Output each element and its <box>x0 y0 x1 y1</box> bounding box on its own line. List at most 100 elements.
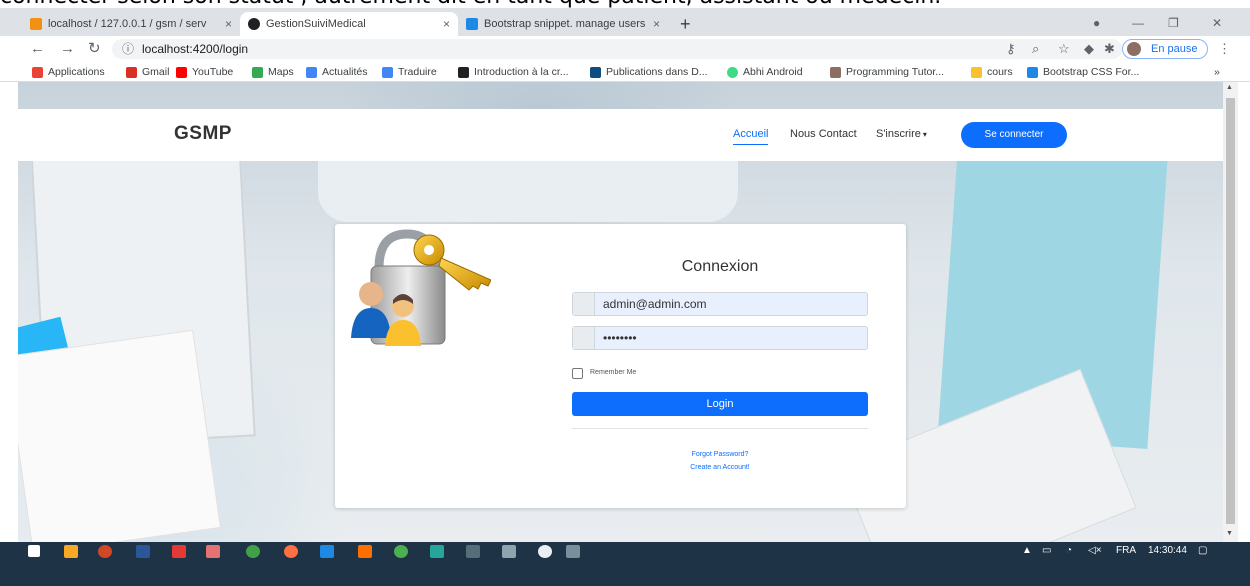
windows-taskbar: ▲ ▭ ◔ ◁× FRA 14:30:44 ▢ <box>0 542 1250 586</box>
close-tab-icon[interactable]: × <box>443 12 450 36</box>
close-tab-icon[interactable]: × <box>653 12 660 36</box>
more-bookmarks-button[interactable]: » <box>1214 64 1220 80</box>
zoom-icon[interactable]: ⌕ <box>1032 41 1039 57</box>
scroll-down-icon[interactable]: ▼ <box>1226 530 1233 537</box>
android-icon <box>727 67 738 78</box>
bookmark-youtube[interactable]: YouTube <box>176 64 233 80</box>
browser-icon[interactable] <box>284 545 298 558</box>
maximize-icon[interactable]: ❐ <box>1168 16 1179 30</box>
email-value: admin@admin.com <box>603 297 707 311</box>
folder-icon <box>971 67 982 78</box>
url-input[interactable]: ⓘ localhost:4200/login <box>112 39 1122 59</box>
menu-icon[interactable]: ⋮ <box>1218 41 1231 57</box>
bookmark-introduction[interactable]: Introduction à la cr... <box>458 64 569 80</box>
vscode-icon[interactable] <box>320 545 334 558</box>
angular-favicon-icon <box>248 18 260 30</box>
bookmark-applications[interactable]: Applications <box>32 64 105 80</box>
volume-icon[interactable]: ◁× <box>1088 545 1102 557</box>
remember-me-checkbox[interactable] <box>572 368 583 379</box>
nav-accueil[interactable]: Accueil <box>733 128 769 145</box>
minimize-icon[interactable]: — <box>1132 16 1144 30</box>
tab-phpmyadmin[interactable]: localhost / 127.0.0.1 / gsm / serv × <box>22 12 240 36</box>
bookmark-publications[interactable]: Publications dans D... <box>590 64 708 80</box>
tab-gestion-suivi-medical[interactable]: GestionSuiviMedical × <box>240 12 458 36</box>
reload-icon[interactable]: ↻ <box>88 40 101 58</box>
puzzle-icon[interactable]: ✱ <box>1104 41 1115 57</box>
email-field[interactable]: admin@admin.com <box>572 292 868 316</box>
create-account-link[interactable]: Create an Account! <box>572 464 868 471</box>
bookmark-cours[interactable]: cours <box>971 64 1013 80</box>
avatar <box>1127 42 1141 56</box>
close-tab-icon[interactable]: × <box>225 12 232 36</box>
scroll-up-icon[interactable]: ▲ <box>1226 84 1233 91</box>
bookmark-programming[interactable]: Programming Tutor... <box>830 64 944 80</box>
app-icon[interactable] <box>566 545 580 558</box>
scrollbar-thumb[interactable] <box>1226 98 1235 524</box>
back-icon[interactable]: ← <box>30 40 45 58</box>
page-scrollbar[interactable]: ▲ ▼ <box>1223 82 1238 542</box>
bookmark-gmail[interactable]: Gmail <box>126 64 169 80</box>
app-icon[interactable] <box>466 545 480 558</box>
word-icon[interactable] <box>136 545 150 558</box>
clock-time[interactable]: 14:30:44 <box>1148 545 1187 557</box>
star-icon[interactable]: ☆ <box>1058 41 1070 57</box>
phpmyadmin-favicon-icon <box>30 18 42 30</box>
new-tab-button[interactable]: + <box>680 14 691 34</box>
remember-me-row[interactable]: Remember Me <box>572 367 636 379</box>
language-indicator[interactable]: FRA <box>1116 545 1136 557</box>
site-brand[interactable]: GSMP <box>174 123 232 145</box>
bookmark-actualites[interactable]: Actualités <box>306 64 368 80</box>
nav-signup-dropdown[interactable]: S'inscrire ▾ <box>876 128 927 140</box>
page-viewport: GSMP Accueil Nous Contact S'inscrire ▾ Se… <box>18 82 1223 542</box>
profile-pause-button[interactable]: En pause <box>1122 39 1208 59</box>
news-icon <box>306 67 317 78</box>
powerpoint-icon[interactable] <box>98 545 112 558</box>
file-explorer-icon[interactable] <box>64 545 78 558</box>
top-caption: connecter selon son statut , autrement d… <box>0 0 1250 8</box>
browser-tab-bar: localhost / 127.0.0.1 / gsm / serv × Ges… <box>0 8 1250 36</box>
connect-button[interactable]: Se connecter <box>961 122 1067 148</box>
battery-icon[interactable]: ▭ <box>1042 545 1051 557</box>
bootdey-favicon-icon <box>466 18 478 30</box>
android-studio-icon[interactable] <box>246 545 260 558</box>
password-value: •••••••• <box>603 331 637 345</box>
tray-chevron-icon[interactable]: ▲ <box>1022 545 1032 557</box>
network-icon[interactable] <box>502 545 516 558</box>
media-icon[interactable] <box>206 545 220 558</box>
bookmark-bootstrap[interactable]: Bootstrap CSS For... <box>1027 64 1139 80</box>
info-icon[interactable]: ⓘ <box>122 39 134 59</box>
notifications-icon[interactable]: ▢ <box>1198 545 1207 557</box>
divider <box>572 428 868 429</box>
forgot-password-link[interactable]: Forgot Password? <box>572 451 868 458</box>
site-navbar: GSMP Accueil Nous Contact S'inscrire ▾ Se… <box>18 109 1223 161</box>
wifi-icon[interactable]: ◔ <box>1066 545 1072 557</box>
lock-keys-users-illustration <box>351 229 491 346</box>
password-addon-icon <box>573 327 595 349</box>
tab-title: localhost / 127.0.0.1 / gsm / serv <box>48 18 207 30</box>
bookmark-abhi-android[interactable]: Abhi Android <box>727 64 803 80</box>
nav-contact[interactable]: Nous Contact <box>790 128 857 140</box>
close-window-icon[interactable]: ✕ <box>1212 16 1222 30</box>
nav-signup-label: S'inscrire <box>876 128 921 140</box>
bookmark-maps[interactable]: Maps <box>252 64 294 80</box>
bootstrap-icon <box>1027 67 1038 78</box>
bookmark-traduire[interactable]: Traduire <box>382 64 437 80</box>
tab-title: GestionSuiviMedical <box>266 18 366 30</box>
bookmarks-bar: Applications Gmail YouTube Maps Actualit… <box>0 62 1250 82</box>
xampp-icon[interactable] <box>358 545 372 558</box>
forward-icon[interactable]: → <box>60 40 75 58</box>
windows-start-icon[interactable] <box>28 545 40 557</box>
settings-icon[interactable] <box>538 545 552 558</box>
password-field[interactable]: •••••••• <box>572 326 868 350</box>
extension-icon[interactable]: ◆ <box>1084 41 1094 57</box>
remember-me-label: Remember Me <box>590 369 637 376</box>
chrome-icon[interactable] <box>394 545 408 558</box>
apps-grid-icon <box>32 67 43 78</box>
profile-indicator-icon[interactable]: ● <box>1093 16 1100 30</box>
terminal-icon[interactable] <box>430 545 444 558</box>
app-icon[interactable] <box>172 545 186 558</box>
login-button[interactable]: Login <box>572 392 868 416</box>
key-icon[interactable]: ⚷ <box>1006 41 1016 57</box>
tab-bootstrap-snippet[interactable]: Bootstrap snippet. manage users × <box>458 12 668 36</box>
tab-title: Bootstrap snippet. manage users <box>484 18 646 30</box>
